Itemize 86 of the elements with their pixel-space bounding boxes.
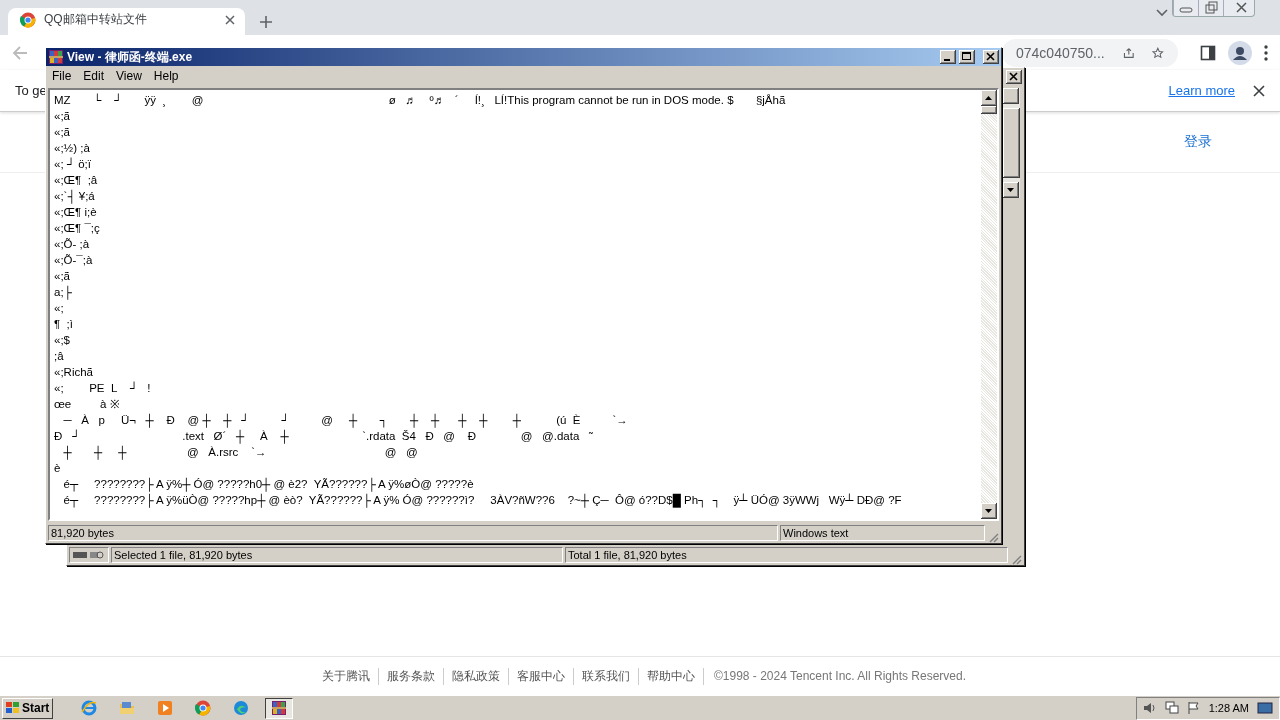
- footer-link[interactable]: 联系我们: [573, 667, 639, 685]
- network-icon[interactable]: [1164, 701, 1179, 715]
- scroll-thumb[interactable]: [1003, 108, 1020, 178]
- scroll-down-button[interactable]: [1003, 182, 1019, 198]
- text-line: Ð ┘ .text Ø´ ┼ À ┼ `.rdata Š4 Ð @ Ð @ @.data ˜: [54, 428, 594, 444]
- tab-favicon: [20, 11, 36, 28]
- caret-icon[interactable]: [1156, 9, 1168, 17]
- text-line: «;Œ¶ ¯;ç: [54, 221, 101, 236]
- scroll-thumb[interactable]: [981, 106, 997, 114]
- footer-link[interactable]: 关于腾讯: [313, 667, 379, 685]
- text-line: «;ã: [54, 269, 71, 284]
- text-line: «;Õ- ;à: [54, 237, 91, 252]
- maximize-button[interactable]: [959, 50, 975, 64]
- profile-icon[interactable]: [1228, 40, 1252, 65]
- learn-more-link[interactable]: Learn more: [1168, 83, 1235, 98]
- status-text: Selected 1 file, 81,920 bytes: [111, 547, 563, 563]
- window-title: View - 律师函-终端.exe: [67, 48, 194, 66]
- browser-tab[interactable]: QQ邮箱中转站文件: [8, 8, 245, 35]
- scroll-button[interactable]: [1003, 88, 1019, 104]
- side-panel-icon[interactable]: [1200, 44, 1216, 61]
- new-tab-icon[interactable]: [259, 15, 273, 29]
- text-line: «;½) ;à: [54, 141, 91, 156]
- login-link[interactable]: 登录: [1184, 133, 1212, 151]
- chrome-icon: [195, 700, 212, 716]
- speaker-icon[interactable]: [1142, 701, 1157, 715]
- minimize-button[interactable]: [940, 50, 956, 64]
- footer-link[interactable]: 客服中心: [508, 667, 574, 685]
- text-line: «;Œ¶ ;â: [54, 173, 99, 188]
- archiver-icon: [271, 700, 288, 716]
- text-line: «;$: [54, 333, 71, 348]
- star-icon[interactable]: [1152, 44, 1164, 61]
- clock[interactable]: 1:28 AM: [1208, 702, 1249, 714]
- text-line: ┼ ┼ ┼ @ À.rsrc `→ @ @: [62, 444, 419, 460]
- flag-icon[interactable]: [1186, 701, 1201, 715]
- scrollbar[interactable]: [1003, 88, 1020, 198]
- copyright-text: ©1998 - 2024 Tencent Inc. All Rights Reserved.: [712, 669, 967, 683]
- menu-item[interactable]: File: [46, 69, 78, 83]
- url-text: 074c040750...: [1016, 44, 1105, 61]
- text-line: «;ã: [54, 125, 71, 140]
- resize-grip-icon[interactable]: [987, 531, 999, 543]
- close-icon[interactable]: [225, 14, 235, 25]
- scroll-up-button[interactable]: [981, 90, 997, 106]
- drive-icon: [72, 550, 104, 560]
- start-button[interactable]: Start: [2, 697, 54, 719]
- ie-icon: [81, 700, 98, 716]
- footer-link[interactable]: 帮助中心: [638, 667, 704, 685]
- footer-link[interactable]: 隐私政策: [443, 667, 509, 685]
- app-icon: [48, 49, 64, 65]
- text-line: MZ └ ┘ ÿÿ ¸ @ ø ♬ º♬ ´ Í!¸ LÍ!This program cannot be run in DOS mode. $ §jÅhã: [54, 92, 787, 108]
- scrollbar[interactable]: [981, 90, 997, 519]
- menu-item[interactable]: Edit: [77, 69, 111, 83]
- menu-item[interactable]: View: [110, 69, 148, 83]
- text-line: a;├: [54, 285, 73, 300]
- resize-grip-icon[interactable]: [1010, 553, 1022, 565]
- text-line: é┬ ????????├ A ÿ%┼ Ó@ ?????h0┼ @ è2? YÃ??????├ A ÿ%øÒ@ ?????è: [62, 476, 475, 492]
- media-player-icon: [157, 700, 174, 716]
- menu-icon[interactable]: [1264, 44, 1268, 61]
- text-line: è: [54, 461, 62, 476]
- text-line: «;`┤ ¥;á: [54, 189, 96, 204]
- text-line: «; ┘ ö;ï: [54, 156, 92, 172]
- text-line: «;Õ-¯;à: [54, 253, 94, 268]
- taskbar-app-button[interactable]: [265, 697, 294, 719]
- text-line: «;ã: [54, 109, 71, 124]
- status-text: Windows text: [780, 525, 985, 541]
- close-icon[interactable]: [1253, 84, 1265, 97]
- menu-item[interactable]: Help: [147, 69, 185, 83]
- text-line: ─ À p Ü¬ ┼ Ð @ ┼ ┼ ┘ ┘ @ ┼ ┐ ┼ ┼ ┼ ┼ ┼ (ú È `→: [62, 412, 629, 428]
- text-line: œe à ※: [54, 397, 121, 412]
- windows-flag-icon: [6, 702, 20, 714]
- text-line: ¶ ;ì: [54, 317, 74, 332]
- address-bar[interactable]: 074c040750...: [1002, 38, 1178, 67]
- scroll-down-button[interactable]: [981, 503, 997, 519]
- text-line: «;: [54, 301, 65, 316]
- status-text: Total 1 file, 81,920 bytes: [565, 547, 1008, 563]
- status-text: 81,920 bytes: [48, 525, 778, 541]
- text-line: é┬ ????????├ A ÿ%üÒ@ ?????hp┼ @ èò? YÃ??????├ A ÿ% Ó@ ??????ì? 3ÀV?ñW??6 ?~┼ Ç─ Ô@ ó??D$█ Ph┐ ┐ ÿ┴ ÜÓ@ 3ÿWWj Wÿ┴ DÐ@ ?F: [62, 492, 903, 508]
- footer-link[interactable]: 服务条款: [378, 667, 444, 685]
- close-button[interactable]: [1006, 70, 1022, 84]
- edge-icon: [233, 700, 250, 716]
- show-desktop-icon[interactable]: [1257, 701, 1273, 715]
- folder-icon: [119, 700, 136, 716]
- text-line: «;Œ¶ i;è: [54, 205, 98, 220]
- close-button[interactable]: [983, 50, 999, 64]
- text-line: «;Richã: [54, 365, 94, 380]
- text-line: «; PE L ┘ !: [54, 380, 152, 396]
- text-line: ;â: [54, 349, 65, 364]
